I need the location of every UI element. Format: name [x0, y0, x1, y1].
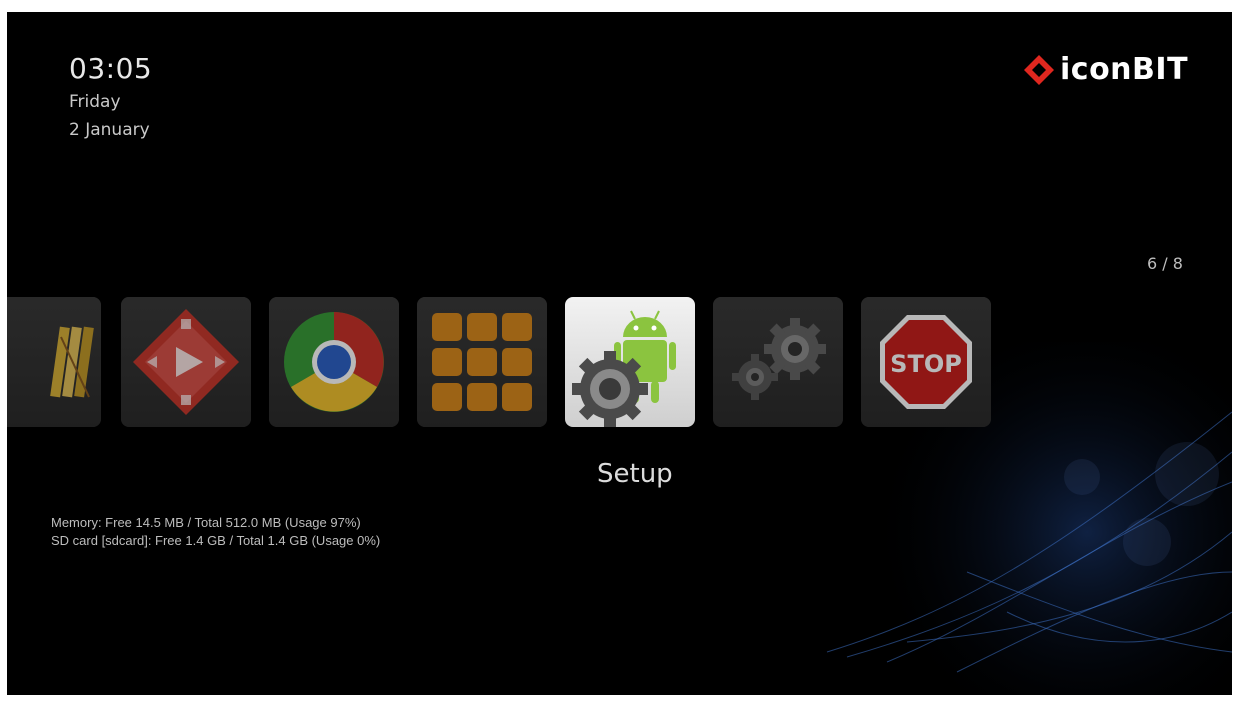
selected-app-label: Setup	[597, 459, 673, 489]
clock-day: Friday	[69, 92, 121, 112]
books-icon	[50, 326, 94, 398]
app-grid-icon	[432, 313, 532, 411]
clock-date: 2 January	[69, 120, 150, 140]
page-indicator: 6 / 8	[1147, 254, 1183, 273]
app-tile-browser[interactable]	[269, 297, 399, 427]
app-tile-stop[interactable]: STOP	[861, 297, 991, 427]
media-player-icon	[133, 309, 239, 415]
app-tile-app-grid[interactable]	[417, 297, 547, 427]
app-tile-setup[interactable]	[565, 297, 695, 427]
stop-sign-icon: STOP	[880, 315, 972, 409]
clock-time: 03:05	[69, 52, 153, 85]
stop-sign-label: STOP	[890, 350, 962, 378]
diamond-icon	[1024, 54, 1054, 85]
browser-icon	[284, 312, 384, 412]
app-tile-media-player[interactable]	[121, 297, 251, 427]
sdcard-info: SD card [sdcard]: Free 1.4 GB / Total 1.…	[51, 533, 381, 548]
app-tile-gears[interactable]	[713, 297, 843, 427]
app-tile-books[interactable]	[7, 297, 101, 427]
gears-icon	[732, 318, 826, 400]
brand-logo: iconBIT	[1022, 52, 1188, 87]
launcher-screen: 03:05 Friday 2 January iconBIT 6 / 8 STO…	[7, 12, 1232, 695]
android-setup-icon	[572, 310, 676, 427]
brand-logo-text: iconBIT	[1060, 52, 1189, 87]
memory-info: Memory: Free 14.5 MB / Total 512.0 MB (U…	[51, 515, 361, 530]
